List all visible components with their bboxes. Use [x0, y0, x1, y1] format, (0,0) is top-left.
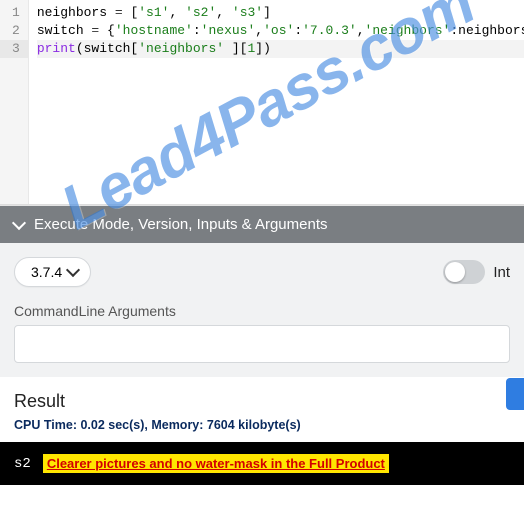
interactive-label: Int [493, 264, 510, 281]
output-terminal: s2 Clearer pictures and no water-mask in… [0, 442, 524, 485]
commandline-arguments-input[interactable] [14, 325, 510, 363]
version-value: 3.7.4 [31, 264, 62, 280]
terminal-output: s2 [14, 456, 31, 472]
accordion-title: Execute Mode, Version, Inputs & Argument… [34, 216, 328, 233]
version-dropdown[interactable]: 3.7.4 [14, 257, 91, 287]
result-title: Result [14, 391, 510, 412]
promo-banner[interactable]: Clearer pictures and no water-mask in th… [43, 454, 389, 473]
line-number-gutter: 1 2 3 [0, 0, 29, 204]
args-label: CommandLine Arguments [0, 293, 524, 325]
code-content[interactable]: neighbors = ['s1', 's2', 's3']switch = {… [29, 0, 524, 204]
result-section: Result CPU Time: 0.02 sec(s), Memory: 76… [0, 377, 524, 432]
execute-button[interactable] [506, 378, 524, 410]
code-editor[interactable]: 1 2 3 neighbors = ['s1', 's2', 's3']swit… [0, 0, 524, 205]
toggle-knob [445, 262, 465, 282]
chevron-down-icon [12, 215, 26, 229]
interactive-toggle[interactable] [443, 260, 485, 284]
result-meta: CPU Time: 0.02 sec(s), Memory: 7604 kilo… [14, 418, 510, 432]
execute-mode-accordion[interactable]: Execute Mode, Version, Inputs & Argument… [0, 206, 524, 243]
controls-panel: Execute Mode, Version, Inputs & Argument… [0, 205, 524, 377]
